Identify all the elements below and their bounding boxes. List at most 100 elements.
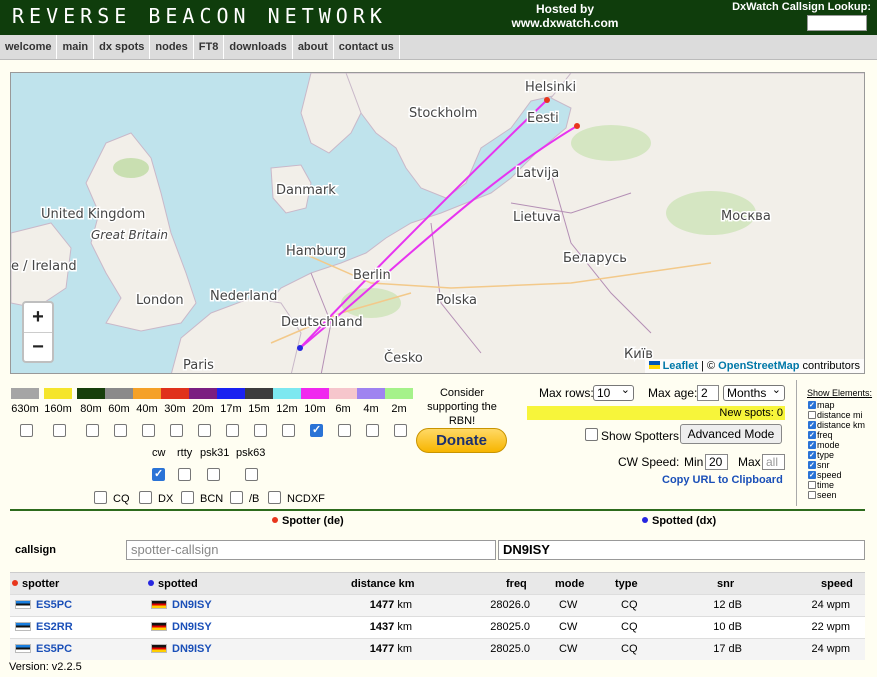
version-label: Version: v2.2.5 — [9, 661, 82, 673]
show-element-distance-mi[interactable]: distance mi — [808, 410, 863, 420]
spotter-link[interactable]: ES5PC — [36, 643, 72, 655]
type-checkbox-bcn[interactable] — [181, 491, 194, 504]
spotter-link[interactable]: ES2RR — [36, 621, 73, 633]
type-checkbox-ncdxf[interactable] — [268, 491, 281, 504]
nav-contact-us[interactable]: contact us — [334, 35, 400, 59]
max-rows-select[interactable]: 10 — [593, 383, 634, 401]
spotted-link[interactable]: DN9ISY — [172, 599, 212, 611]
band-checkbox-12m[interactable] — [282, 424, 295, 437]
max-age-unit-select[interactable]: Months — [723, 383, 785, 401]
osm-link[interactable]: OpenStreetMap — [718, 360, 799, 372]
band-label-30m: 30m — [164, 403, 186, 415]
show-element-freq[interactable]: freq — [808, 430, 833, 440]
band-checkbox-2m[interactable] — [394, 424, 407, 437]
cw-speed-min-input[interactable]: 20 — [705, 454, 728, 470]
max-age-input[interactable]: 2 — [697, 385, 719, 401]
band-checkbox-630m[interactable] — [20, 424, 33, 437]
estonia-flag-icon — [15, 644, 31, 653]
band-checkbox-10m[interactable] — [310, 423, 323, 437]
show-spotters-checkbox[interactable] — [585, 428, 598, 441]
col-speed[interactable]: speed — [821, 578, 853, 590]
show-element-checkbox-distance-mi[interactable] — [808, 411, 816, 419]
germany-flag-icon — [151, 644, 167, 653]
band-checkbox-17m[interactable] — [226, 424, 239, 437]
nav-nodes[interactable]: nodes — [150, 35, 194, 59]
show-element-label-mode: mode — [817, 440, 840, 450]
show-element-checkbox-map[interactable] — [808, 401, 816, 409]
show-element-checkbox-time[interactable] — [808, 481, 816, 489]
band-checkbox-60m[interactable] — [114, 424, 127, 437]
col-freq[interactable]: freq — [506, 578, 527, 590]
col-type[interactable]: type — [615, 578, 638, 590]
estonia-flag-icon — [15, 622, 31, 631]
nav-downloads[interactable]: downloads — [224, 35, 293, 59]
band-checkbox-40m[interactable] — [142, 424, 155, 437]
zoom-in-button[interactable]: + — [24, 303, 52, 332]
show-element-checkbox-freq[interactable] — [808, 431, 816, 439]
band-label-80m: 80m — [80, 403, 102, 415]
show-element-time[interactable]: time — [808, 480, 834, 490]
col-mode[interactable]: mode — [555, 578, 584, 590]
spotter-callsign-input[interactable]: spotter-callsign — [126, 540, 496, 560]
type-checkbox-cq[interactable] — [94, 491, 107, 504]
spotted-link[interactable]: DN9ISY — [172, 621, 212, 633]
hosted-by: Hosted by www.dxwatch.com — [500, 2, 630, 30]
show-element-map[interactable]: map — [808, 400, 835, 410]
band-checkbox-4m[interactable] — [366, 424, 379, 437]
show-element-checkbox-type[interactable] — [808, 451, 816, 459]
cw-speed-max-input[interactable]: all — [762, 454, 785, 470]
col-spotted[interactable]: spotted — [148, 578, 198, 590]
spotted-callsign-input[interactable]: DN9ISY — [498, 540, 865, 560]
mode-checkbox-rtty[interactable] — [178, 468, 191, 481]
band-checkbox-80m[interactable] — [86, 424, 99, 437]
show-element-mode[interactable]: mode — [808, 440, 840, 450]
show-element-checkbox-speed[interactable] — [808, 471, 816, 479]
show-element-checkbox-seen[interactable] — [808, 491, 816, 499]
cell-mode: CW — [559, 621, 578, 633]
band-checkbox-30m[interactable] — [170, 424, 183, 437]
col-snr[interactable]: snr — [717, 578, 734, 590]
mode-checkbox-cw[interactable] — [152, 467, 165, 481]
estonia-flag-icon — [15, 600, 31, 609]
spotter-marker-es5pc — [544, 97, 550, 103]
spotted-link[interactable]: DN9ISY — [172, 643, 212, 655]
band-swatch-10m — [301, 388, 329, 399]
cell-spotted: DN9ISY — [151, 621, 212, 633]
nav-welcome[interactable]: welcome — [0, 35, 58, 59]
show-element-seen[interactable]: seen — [808, 490, 837, 500]
advanced-mode-button[interactable]: Advanced Mode — [680, 424, 782, 444]
show-element-checkbox-distance-km[interactable] — [808, 421, 816, 429]
show-element-speed[interactable]: speed — [808, 470, 842, 480]
mode-checkbox-psk31[interactable] — [207, 468, 220, 481]
show-element-checkbox-mode[interactable] — [808, 441, 816, 449]
nav-main[interactable]: main — [57, 35, 95, 59]
band-checkbox-20m[interactable] — [198, 424, 211, 437]
show-element-type[interactable]: type — [808, 450, 834, 460]
band-checkbox-15m[interactable] — [254, 424, 267, 437]
leaflet-link[interactable]: Leaflet — [663, 360, 698, 372]
show-element-checkbox-snr[interactable] — [808, 461, 816, 469]
show-element-distance-km[interactable]: distance km — [808, 420, 865, 430]
spotter-link[interactable]: ES5PC — [36, 599, 72, 611]
col-distance[interactable]: distance km — [351, 578, 415, 590]
donate-button[interactable]: Donate — [416, 428, 507, 453]
callsign-lookup-input[interactable] — [807, 15, 867, 31]
band-checkbox-160m[interactable] — [53, 424, 66, 437]
mode-checkbox-psk63[interactable] — [245, 468, 258, 481]
site-logo[interactable]: REVERSE BEACON NETWORK — [12, 4, 387, 28]
dxwatch-link[interactable]: www.dxwatch.com — [500, 16, 630, 30]
copy-url-link[interactable]: Copy URL to Clipboard — [662, 474, 783, 486]
nav-ft8[interactable]: FT8 — [194, 35, 225, 59]
nav-about[interactable]: about — [293, 35, 334, 59]
zoom-out-button[interactable]: − — [24, 332, 52, 361]
show-element-snr[interactable]: snr — [808, 460, 830, 470]
type-checkbox-slash-b[interactable] — [230, 491, 243, 504]
col-spotter[interactable]: spotter — [12, 578, 59, 590]
nav-dx-spots[interactable]: dx spots — [94, 35, 151, 59]
type-checkbox-dx[interactable] — [139, 491, 152, 504]
show-element-label-seen: seen — [817, 490, 837, 500]
band-swatch-2m — [385, 388, 413, 399]
band-label-17m: 17m — [220, 403, 242, 415]
spot-map[interactable]: Helsinki Stockholm Eesti Latvija Danmark… — [10, 72, 865, 374]
band-checkbox-6m[interactable] — [338, 424, 351, 437]
